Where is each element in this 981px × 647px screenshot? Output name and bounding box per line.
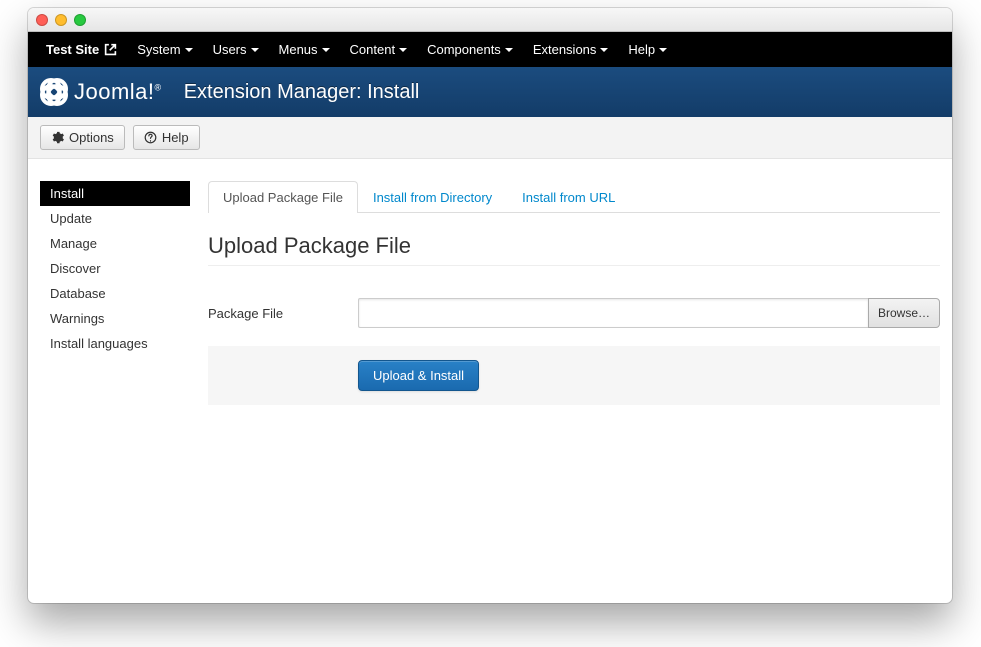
mac-window: Test Site System Users Menus Content Com…	[28, 8, 952, 603]
menu-extensions[interactable]: Extensions	[525, 42, 617, 57]
content-area: Install Update Manage Discover Database …	[28, 159, 952, 405]
chevron-down-icon	[505, 48, 513, 52]
chevron-down-icon	[659, 48, 667, 52]
file-picker: Browse…	[358, 298, 940, 328]
sidebar-item-install-languages[interactable]: Install languages	[40, 331, 190, 356]
chevron-down-icon	[185, 48, 193, 52]
package-file-label: Package File	[208, 306, 358, 321]
brand-text: Joomla!®	[74, 79, 162, 105]
options-button[interactable]: Options	[40, 125, 125, 150]
package-file-row: Package File Browse…	[208, 274, 940, 340]
help-icon	[144, 131, 157, 144]
browse-button[interactable]: Browse…	[868, 298, 940, 328]
titlebar	[28, 8, 952, 32]
menu-content[interactable]: Content	[342, 42, 416, 57]
gear-icon	[51, 131, 64, 144]
sidebar-item-discover[interactable]: Discover	[40, 256, 190, 281]
menu-menus[interactable]: Menus	[271, 42, 338, 57]
tab-install-from-url[interactable]: Install from URL	[507, 181, 630, 213]
help-label: Help	[162, 130, 189, 145]
joomla-logo: Joomla!®	[40, 78, 162, 106]
chevron-down-icon	[399, 48, 407, 52]
minimize-window-button[interactable]	[55, 14, 67, 26]
tab-install-from-directory[interactable]: Install from Directory	[358, 181, 507, 213]
action-bar: Upload & Install	[208, 346, 940, 405]
menu-help[interactable]: Help	[620, 42, 675, 57]
admin-top-menu: Test Site System Users Menus Content Com…	[28, 32, 952, 67]
zoom-window-button[interactable]	[74, 14, 86, 26]
sidebar-item-manage[interactable]: Manage	[40, 231, 190, 256]
tab-upload-package-file[interactable]: Upload Package File	[208, 181, 358, 213]
chevron-down-icon	[322, 48, 330, 52]
joomla-mark-icon	[40, 78, 68, 106]
chevron-down-icon	[251, 48, 259, 52]
chevron-down-icon	[600, 48, 608, 52]
page-title: Extension Manager: Install	[184, 81, 420, 104]
page-toolbar: Options Help	[28, 117, 952, 159]
menu-users[interactable]: Users	[205, 42, 267, 57]
close-window-button[interactable]	[36, 14, 48, 26]
sidebar-item-install[interactable]: Install	[40, 181, 190, 206]
main-pane: Upload Package File Install from Directo…	[190, 181, 940, 405]
external-link-icon	[104, 43, 117, 56]
sidebar-item-database[interactable]: Database	[40, 281, 190, 306]
menu-components[interactable]: Components	[419, 42, 521, 57]
sidebar-item-update[interactable]: Update	[40, 206, 190, 231]
menu-system[interactable]: System	[129, 42, 200, 57]
help-button[interactable]: Help	[133, 125, 200, 150]
upload-install-button[interactable]: Upload & Install	[358, 360, 479, 391]
options-label: Options	[69, 130, 114, 145]
sidebar: Install Update Manage Discover Database …	[40, 181, 190, 356]
page-header: Joomla!® Extension Manager: Install	[28, 67, 952, 117]
sidebar-item-warnings[interactable]: Warnings	[40, 306, 190, 331]
tab-bar: Upload Package File Install from Directo…	[208, 181, 940, 213]
package-file-input[interactable]	[358, 298, 868, 328]
pane-heading: Upload Package File	[208, 233, 940, 266]
site-link[interactable]: Test Site	[38, 42, 125, 57]
site-name: Test Site	[46, 42, 99, 57]
